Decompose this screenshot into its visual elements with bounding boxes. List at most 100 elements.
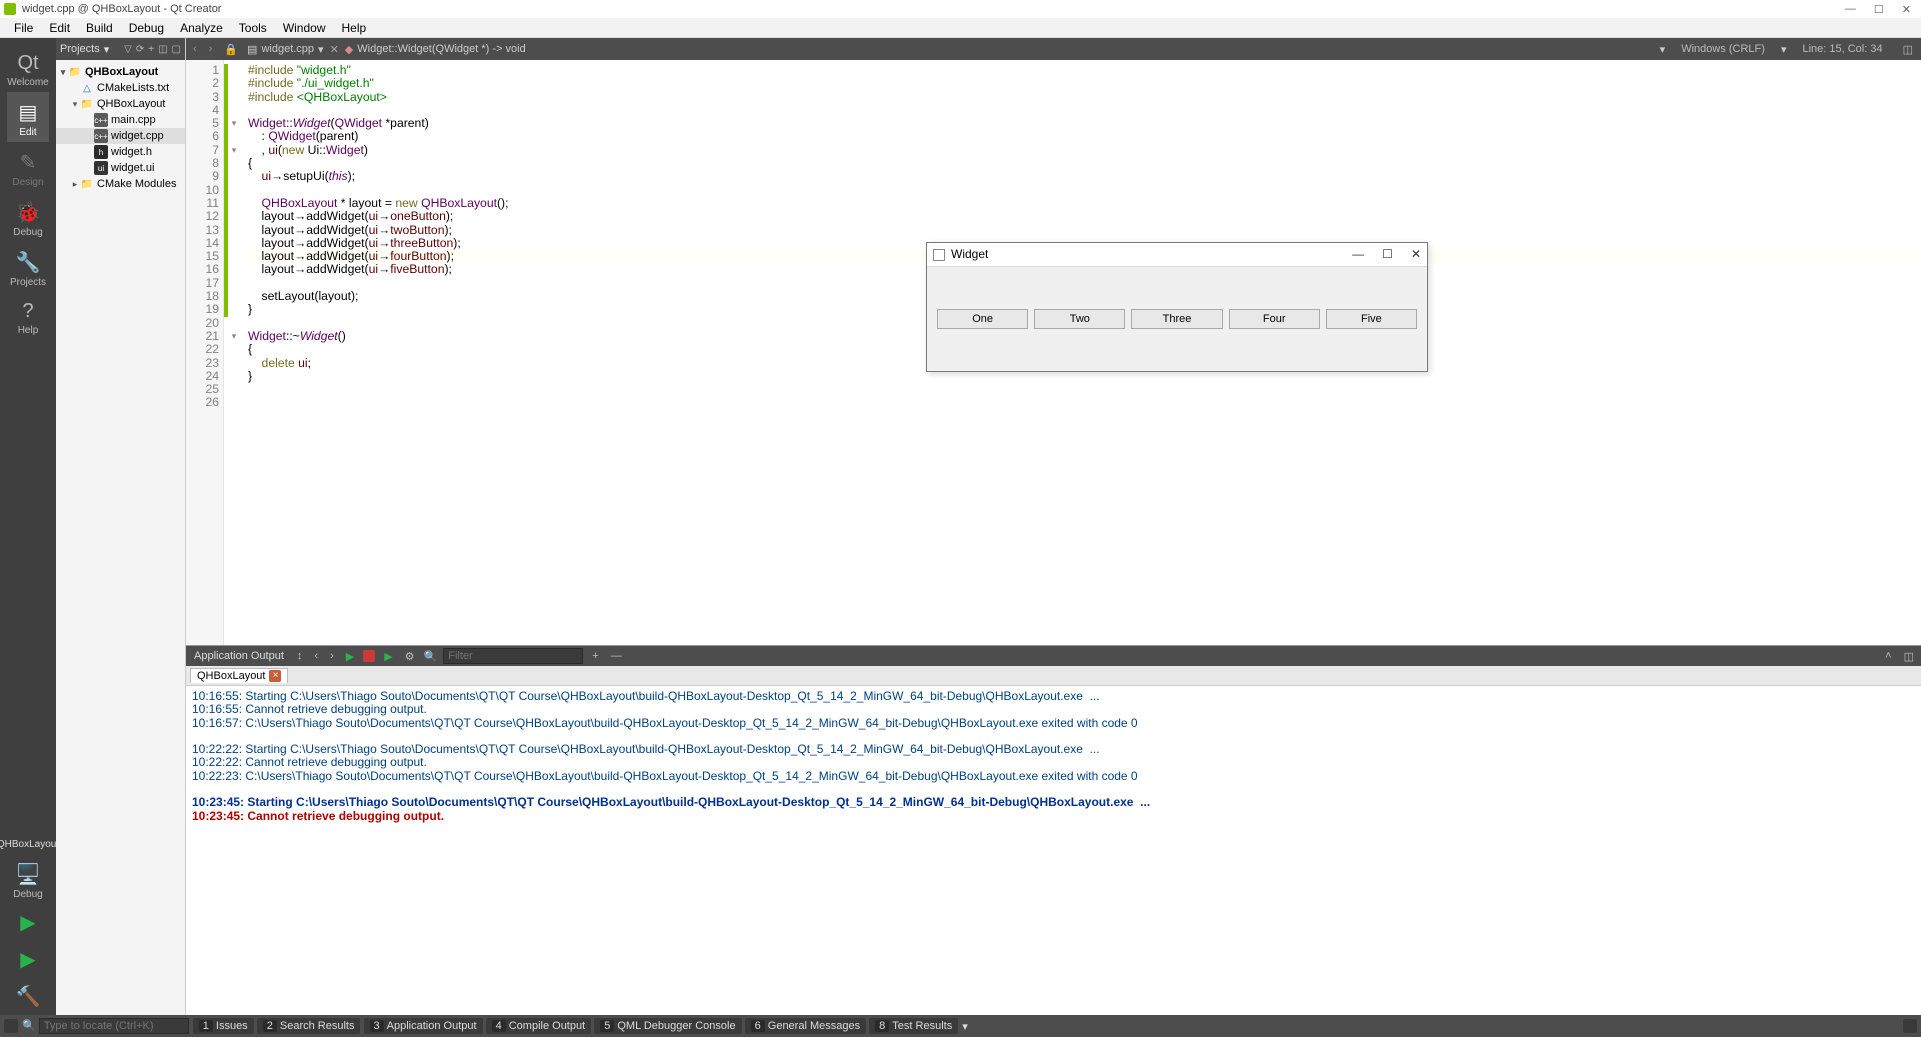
menu-help[interactable]: Help bbox=[334, 19, 375, 37]
sync-icon[interactable]: ⟳ bbox=[136, 44, 144, 55]
cursor-position[interactable]: Line: 15, Col: 34 bbox=[1792, 43, 1892, 55]
widget-button-one[interactable]: One bbox=[937, 309, 1028, 329]
run-button[interactable]: ▶ bbox=[0, 904, 56, 941]
app-icon bbox=[933, 249, 945, 261]
lock-icon[interactable]: 🔒 bbox=[221, 43, 241, 56]
tree-item-qhboxlayout[interactable]: ▾📁QHBoxLayout bbox=[56, 96, 185, 112]
split-icon[interactable]: ◫ bbox=[158, 44, 167, 55]
tree-item-widget-cpp[interactable]: c++widget.cpp bbox=[56, 128, 185, 144]
output-rerun-icon[interactable]: ▶ bbox=[381, 650, 395, 663]
status-tab-qml-debugger-console[interactable]: 5QML Debugger Console bbox=[594, 1018, 741, 1034]
kit-selector[interactable]: 🖥️Debug bbox=[0, 854, 56, 904]
status-tab-application-output[interactable]: 3Application Output bbox=[364, 1018, 483, 1034]
nav-fwd-icon[interactable]: › bbox=[206, 43, 216, 55]
output-filter-input[interactable] bbox=[443, 648, 583, 664]
split-editor-icon[interactable]: ◫ bbox=[1899, 43, 1917, 56]
menu-bar: FileEditBuildDebugAnalyzeToolsWindowHelp bbox=[0, 18, 1921, 38]
output-text[interactable]: 10:16:55: Starting C:\Users\Thiago Souto… bbox=[186, 686, 1921, 1015]
close-icon[interactable]: ✕ bbox=[1902, 3, 1911, 16]
output-panel: Application Output ↕ ‹ › ▶ ▶ ⚙ 🔍 + — ˄ ◫… bbox=[186, 645, 1921, 1015]
tree-item-qhboxlayout[interactable]: ▾📁QHBoxLayout bbox=[56, 64, 185, 80]
status-bar: 🔍 1Issues 2Search Results 3Application O… bbox=[0, 1015, 1921, 1037]
widget-window-title: Widget bbox=[951, 248, 988, 261]
minimize-icon[interactable]: — bbox=[1845, 3, 1856, 16]
maximize-icon[interactable]: ☐ bbox=[1874, 3, 1884, 16]
output-tab[interactable]: QHBoxLayout × bbox=[190, 668, 288, 683]
qt-logo-icon bbox=[4, 3, 16, 15]
tree-item-cmakelists-txt[interactable]: △CMakeLists.txt bbox=[56, 80, 185, 96]
output-remove-icon[interactable]: — bbox=[608, 650, 625, 662]
menu-file[interactable]: File bbox=[6, 19, 41, 37]
tree-item-widget-h[interactable]: hwidget.h bbox=[56, 144, 185, 160]
menu-tools[interactable]: Tools bbox=[231, 19, 275, 37]
widget-button-two[interactable]: Two bbox=[1034, 309, 1125, 329]
output-run-icon[interactable]: ▶ bbox=[343, 650, 357, 663]
output-next-icon[interactable]: › bbox=[327, 650, 337, 662]
tree-item-main-cpp[interactable]: c++main.cpp bbox=[56, 112, 185, 128]
menu-build[interactable]: Build bbox=[78, 19, 121, 37]
editor-symbol-crumb[interactable]: ◆ Widget::Widget(QWidget *) -> void bbox=[345, 43, 526, 56]
nav-back-icon[interactable]: ‹ bbox=[190, 43, 200, 55]
status-tab-compile-output[interactable]: 4Compile Output bbox=[486, 1018, 592, 1034]
mode-help[interactable]: ?Help bbox=[7, 292, 49, 340]
status-tab-issues[interactable]: 1Issues bbox=[193, 1018, 254, 1034]
widget-close-icon[interactable]: ✕ bbox=[1411, 248, 1421, 261]
sidebar-toggle-icon[interactable] bbox=[4, 1019, 18, 1033]
output-settings-icon[interactable]: ⚙ bbox=[402, 650, 418, 663]
widget-button-five[interactable]: Five bbox=[1326, 309, 1417, 329]
mode-edit[interactable]: ▤Edit bbox=[7, 92, 49, 142]
mode-design[interactable]: ✎Design bbox=[7, 142, 49, 192]
menu-analyze[interactable]: Analyze bbox=[172, 19, 231, 37]
widget-button-four[interactable]: Four bbox=[1229, 309, 1320, 329]
project-panel: Projects ▾ ▽ ⟳ + ◫ ▢ ▾📁QHBoxLayout△CMake… bbox=[56, 38, 186, 1015]
widget-maximize-icon[interactable]: ☐ bbox=[1382, 248, 1393, 261]
tree-item-cmake-modules[interactable]: ▸📁CMake Modules bbox=[56, 176, 185, 192]
output-panel-header: Application Output ↕ ‹ › ▶ ▶ ⚙ 🔍 + — ˄ ◫ bbox=[186, 646, 1921, 666]
locator: 🔍 bbox=[22, 1018, 189, 1034]
menu-edit[interactable]: Edit bbox=[41, 19, 78, 37]
tree-item-widget-ui[interactable]: uiwidget.ui bbox=[56, 160, 185, 176]
close-panel-icon[interactable]: ▢ bbox=[172, 44, 181, 55]
debug-button[interactable]: ▶ bbox=[0, 941, 56, 978]
kit-name[interactable]: QHBoxLayout bbox=[0, 835, 59, 854]
status-tab-search-results[interactable]: 2Search Results bbox=[257, 1018, 361, 1034]
close-tab-icon[interactable]: × bbox=[269, 670, 281, 682]
editor-file-crumb[interactable]: ▤ widget.cpp ▾ bbox=[247, 43, 324, 56]
output-prev-icon[interactable]: ‹ bbox=[311, 650, 321, 662]
window-title: widget.cpp @ QHBoxLayout - Qt Creator bbox=[22, 3, 221, 15]
line-number-gutter: 1234567891011121314151617181920212223242… bbox=[186, 60, 224, 645]
search-icon: 🔍 bbox=[424, 650, 438, 663]
window-controls: — ☐ ✕ bbox=[1845, 3, 1917, 16]
code-editor[interactable]: 1234567891011121314151617181920212223242… bbox=[186, 60, 1921, 645]
output-step-icon[interactable]: ↕ bbox=[294, 650, 306, 662]
filter-icon[interactable]: ▽ bbox=[124, 44, 132, 55]
output-panel-title: Application Output bbox=[190, 650, 288, 662]
locator-input[interactable] bbox=[39, 1018, 189, 1034]
project-tree: ▾📁QHBoxLayout△CMakeLists.txt▾📁QHBoxLayou… bbox=[56, 60, 185, 196]
editor-area: ‹ › 🔒 ▤ widget.cpp ▾ ✕ ◆ Widget::Widget(… bbox=[186, 38, 1921, 1015]
widget-button-three[interactable]: Three bbox=[1131, 309, 1222, 329]
encoding-label[interactable]: Windows (CRLF) bbox=[1671, 43, 1775, 55]
status-tab-test-results[interactable]: 8Test Results bbox=[869, 1018, 958, 1034]
running-widget-window[interactable]: Widget — ☐ ✕ One Two Three Four Five bbox=[926, 242, 1428, 372]
output-max-icon[interactable]: ◫ bbox=[1901, 650, 1917, 663]
widget-minimize-icon[interactable]: — bbox=[1352, 248, 1364, 261]
output-stop-icon[interactable] bbox=[363, 650, 375, 662]
status-tab-general-messages[interactable]: 6General Messages bbox=[745, 1018, 866, 1034]
mode-projects[interactable]: 🔧Projects bbox=[7, 242, 49, 292]
editor-tab-bar: ‹ › 🔒 ▤ widget.cpp ▾ ✕ ◆ Widget::Widget(… bbox=[186, 38, 1921, 60]
output-add-icon[interactable]: + bbox=[589, 650, 601, 662]
close-file-icon[interactable]: ✕ bbox=[330, 43, 339, 56]
menu-debug[interactable]: Debug bbox=[121, 19, 172, 37]
mode-debug[interactable]: 🐞Debug bbox=[7, 192, 49, 242]
build-button[interactable]: 🔨 bbox=[0, 978, 56, 1015]
dirty-icon: ◆ bbox=[345, 43, 353, 56]
mode-welcome[interactable]: QtWelcome bbox=[7, 44, 49, 92]
widget-window-titlebar[interactable]: Widget — ☐ ✕ bbox=[927, 243, 1427, 267]
file-type-icon: ▤ bbox=[247, 43, 257, 56]
output-collapse-icon[interactable]: ˄ bbox=[1882, 650, 1894, 662]
menu-window[interactable]: Window bbox=[275, 19, 334, 37]
status-more-icon[interactable]: ▾ bbox=[962, 1020, 968, 1033]
progress-icon[interactable] bbox=[1903, 1019, 1917, 1033]
add-icon[interactable]: + bbox=[148, 44, 154, 55]
